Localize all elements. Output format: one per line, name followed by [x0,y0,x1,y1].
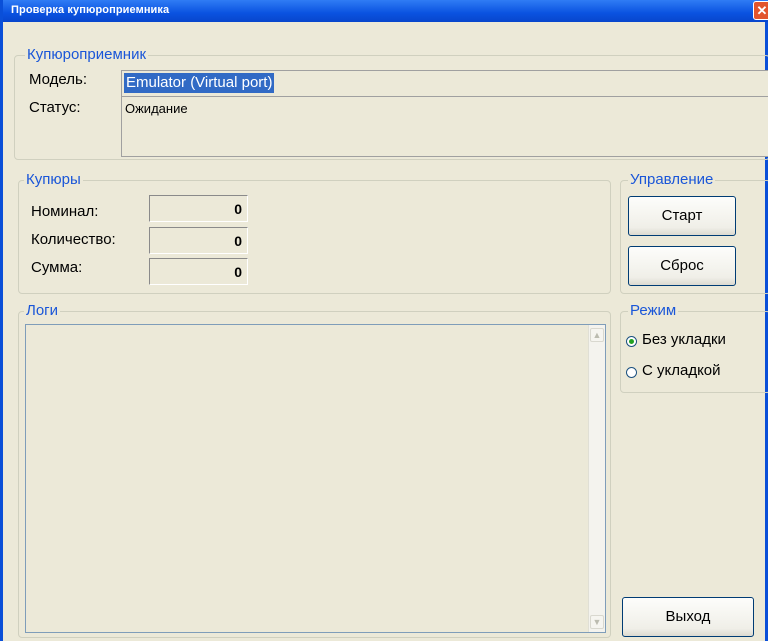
mode-option-stacking[interactable]: С укладкой [642,362,721,380]
mode-radio-no-stacking[interactable] [626,336,637,347]
close-button[interactable]: ✕ [753,1,768,20]
mode-radio-stacking[interactable] [626,367,637,378]
title-bar[interactable]: Проверка купюроприемника ✕ [3,0,768,22]
radio-selected-dot [629,339,634,344]
nominal-value-field: 0 [149,195,248,222]
app-window: Проверка купюроприемника ✕ Купюроприемни… [0,0,768,641]
nominal-value: 0 [234,201,242,217]
model-label: Модель: [29,71,88,88]
control-legend: Управление [628,171,716,189]
status-label: Статус: [29,99,81,116]
model-value: Emulator (Virtual port) [124,73,275,93]
log-textarea[interactable]: ▲ ▼ [25,324,606,633]
start-button[interactable]: Старт [628,196,736,236]
mode-option-no-stacking[interactable]: Без укладки [642,331,726,349]
mode-legend: Режим [628,302,679,320]
status-value: Ожидание [125,101,188,116]
reset-button[interactable]: Сброс [628,246,736,286]
model-field[interactable]: Emulator (Virtual port) [121,70,768,97]
status-field: Ожидание [121,96,768,157]
scroll-down-icon[interactable]: ▼ [590,615,604,629]
scroll-up-icon[interactable]: ▲ [590,328,604,342]
quantity-label: Количество: [31,231,116,248]
mode-group: Режим [620,302,768,393]
log-scrollbar[interactable]: ▲ ▼ [588,325,605,632]
sum-value: 0 [234,264,242,280]
acceptor-legend: Купюроприемник [25,46,149,64]
logs-legend: Логи [24,302,61,320]
window-title: Проверка купюроприемника [11,4,170,16]
quantity-value: 0 [234,233,242,249]
bills-legend: Купюры [24,171,83,189]
sum-value-field: 0 [149,258,248,285]
exit-button[interactable]: Выход [622,597,754,637]
quantity-value-field: 0 [149,227,248,254]
close-icon: ✕ [756,3,768,18]
nominal-label: Номинал: [31,203,99,220]
sum-label: Сумма: [31,259,83,276]
